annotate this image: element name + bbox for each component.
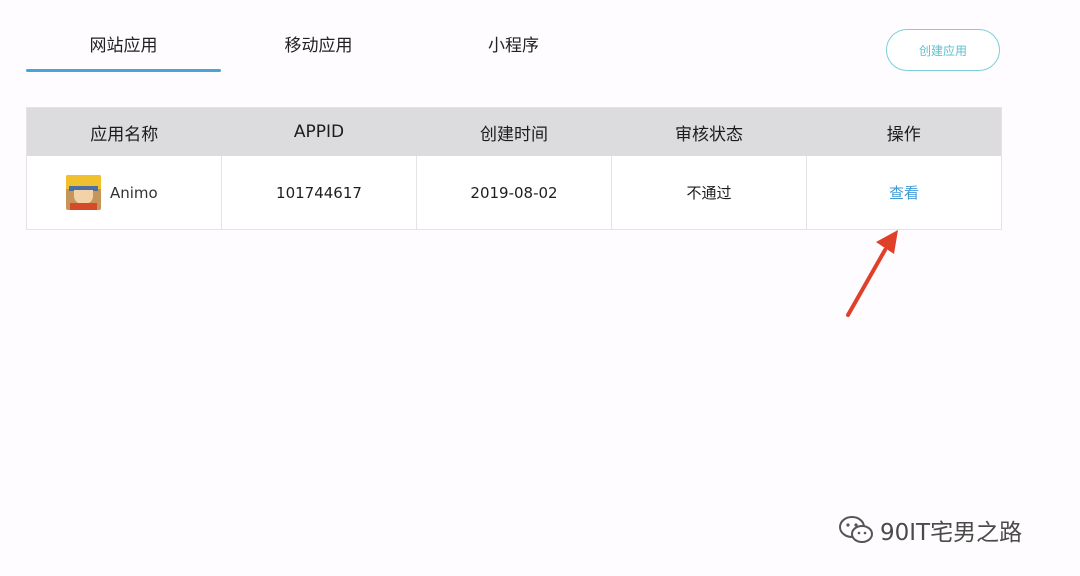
- created-time-cell: 2019-08-02: [416, 156, 612, 230]
- view-link[interactable]: 查看: [889, 184, 919, 202]
- column-header-app-name: 应用名称: [26, 107, 222, 156]
- tab-website-apps[interactable]: 网站应用: [26, 30, 221, 72]
- create-app-button[interactable]: 创建应用: [886, 29, 1000, 71]
- column-header-review-status: 审核状态: [611, 107, 807, 156]
- review-status-badge: 不通过: [611, 156, 807, 230]
- tab-mini-programs[interactable]: 小程序: [416, 30, 611, 72]
- wechat-icon: [839, 516, 873, 543]
- app-type-tabs: 网站应用 移动应用 小程序: [26, 30, 611, 72]
- apps-table: 应用名称 APPID 创建时间 审核状态 操作 Animo 101744617 …: [26, 107, 1002, 230]
- watermark: 90IT宅男之路: [838, 513, 1022, 547]
- actions-cell: 查看: [806, 156, 1002, 230]
- tab-mobile-apps[interactable]: 移动应用: [221, 30, 416, 72]
- column-header-created-time: 创建时间: [416, 107, 612, 156]
- app-name: Animo: [110, 183, 158, 202]
- annotation-arrow-icon: [846, 230, 898, 317]
- table-row: Animo 101744617 2019-08-02 不通过 查看: [27, 156, 1002, 230]
- app-avatar: [66, 175, 101, 210]
- column-header-appid: APPID: [221, 107, 417, 156]
- appid-cell: 101744617: [221, 156, 417, 230]
- column-header-actions: 操作: [806, 107, 1002, 156]
- table-header-row: 应用名称 APPID 创建时间 审核状态 操作: [26, 107, 1002, 156]
- watermark-text: 90IT宅男之路: [880, 520, 1023, 546]
- app-name-cell: Animo: [27, 156, 222, 230]
